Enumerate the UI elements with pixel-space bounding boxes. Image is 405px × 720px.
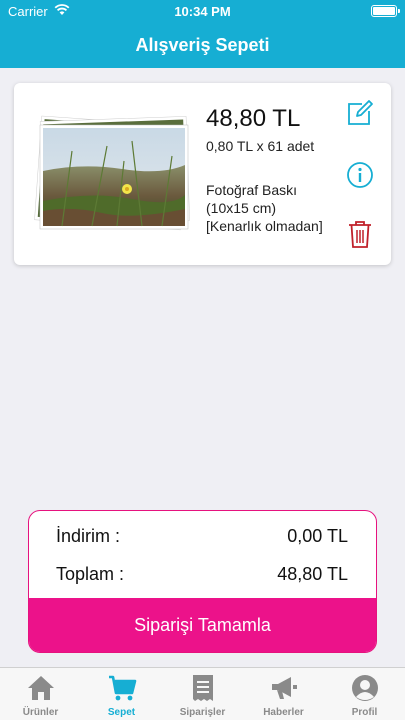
cart-item-card: 48,80 TL 0,80 TL x 61 adet Fotoğraf Bask… (14, 83, 391, 265)
user-icon (352, 675, 378, 701)
tab-profile[interactable]: Profil (324, 668, 405, 720)
tab-label: Profil (351, 707, 378, 718)
receipt-icon (193, 675, 213, 701)
tab-orders[interactable]: Siparişler (162, 668, 243, 720)
trash-icon[interactable] (347, 219, 373, 249)
total-row: Toplam : 48,80 TL (56, 564, 348, 585)
order-summary: İndirim : 0,00 TL Toplam : 48,80 TL Sipa… (28, 510, 377, 653)
product-name: Fotoğraf Baskı (206, 182, 298, 198)
tab-label: Ürünler (22, 707, 59, 718)
tab-products[interactable]: Ürünler (0, 668, 81, 720)
discount-row: İndirim : 0,00 TL (56, 526, 348, 547)
item-description: Fotoğraf Baskı (10x15 cm) [Kenarlık olma… (206, 181, 323, 235)
megaphone-icon (272, 677, 297, 699)
clock: 10:34 PM (174, 4, 231, 19)
battery-icon (371, 5, 400, 17)
total-label: Toplam : (56, 564, 125, 584)
app-header: Carrier 10:34 PM Alışveriş Sepeti (0, 0, 405, 68)
page-title: Alışveriş Sepeti (135, 35, 270, 55)
discount-label: İndirim : (56, 526, 121, 546)
home-icon (28, 676, 54, 700)
product-photo (32, 111, 192, 235)
status-bar: Carrier 10:34 PM (0, 0, 405, 22)
tab-label: Siparişler (179, 707, 226, 718)
item-unit-price: 0,80 TL x 61 adet (206, 138, 315, 154)
product-size: (10x15 cm) (206, 200, 277, 216)
checkout-button[interactable]: Siparişi Tamamla (29, 598, 376, 652)
edit-icon[interactable] (346, 99, 374, 127)
discount-value: 0,00 TL (287, 526, 348, 546)
tab-news[interactable]: Haberler (243, 668, 324, 720)
item-price: 48,80 TL (206, 105, 301, 132)
product-option: [Kenarlık olmadan] (206, 218, 323, 234)
tab-label: Haberler (263, 707, 304, 718)
total-value: 48,80 TL (277, 564, 348, 584)
info-icon[interactable] (346, 161, 374, 189)
tab-bar: Ürünler Sepet Siparişler Haberler Profil (0, 667, 405, 720)
tab-cart[interactable]: Sepet (81, 668, 162, 720)
tab-label: Sepet (107, 707, 136, 718)
cart-icon (109, 675, 137, 701)
